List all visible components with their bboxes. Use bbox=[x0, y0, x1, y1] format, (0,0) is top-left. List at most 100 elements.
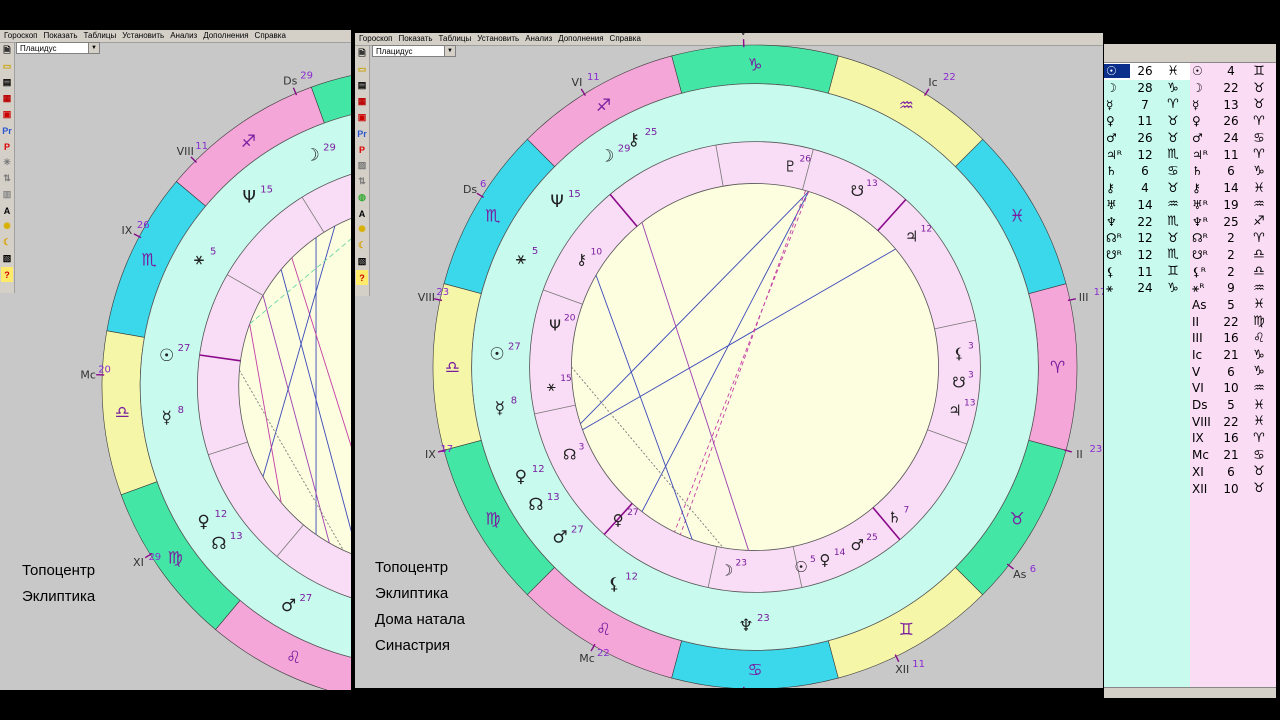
table-row[interactable]: Mc 21 ♋ bbox=[1190, 447, 1276, 464]
table-row[interactable]: XII 10 ♉ bbox=[1190, 480, 1276, 497]
table-row[interactable]: ⚷ 14 ♓ bbox=[1190, 180, 1276, 197]
planet-degree: 13 bbox=[866, 179, 877, 189]
table-row[interactable]: As 5 ♓ bbox=[1190, 297, 1276, 314]
planet-glyph: ♀ bbox=[515, 467, 527, 487]
planet-degree: 26 bbox=[800, 155, 812, 165]
zodiac-sign-glyph: ♌ bbox=[286, 648, 301, 668]
planet-degree: 3 bbox=[968, 370, 974, 380]
table-row[interactable]: ⚷ 4 ♉ bbox=[1104, 180, 1190, 197]
house-label: IX bbox=[121, 224, 132, 237]
table-row[interactable]: ♄ 6 ♋ bbox=[1104, 163, 1190, 180]
table-row[interactable]: ☉ 4 ♊ bbox=[1190, 63, 1276, 80]
table-row[interactable]: ⚸ 11 ♊ bbox=[1104, 263, 1190, 280]
planet-glyph: ♀ bbox=[1106, 114, 1115, 129]
degree-value: 9 bbox=[1227, 281, 1235, 296]
house-label: VIII bbox=[177, 145, 194, 158]
house-label: III bbox=[1079, 291, 1089, 304]
planet-glyph: ☊ᴿ bbox=[1106, 231, 1122, 246]
planet-glyph: ☉ bbox=[159, 346, 174, 366]
table-row[interactable]: ☊ᴿ 2 ♈ bbox=[1190, 230, 1276, 247]
degree-value: 24 bbox=[1137, 281, 1153, 296]
planet-glyph: V bbox=[1192, 364, 1201, 379]
degree-value: 14 bbox=[1223, 181, 1239, 196]
table-row[interactable]: ⚹ᴿ 9 ♒ bbox=[1190, 280, 1276, 297]
sign-glyph: ♉ bbox=[1167, 230, 1179, 246]
planet-glyph: ☋ᴿ bbox=[1192, 247, 1208, 262]
sign-glyph: ♒ bbox=[1253, 280, 1265, 296]
table-row[interactable]: ♀ 26 ♈ bbox=[1190, 113, 1276, 130]
table-row[interactable]: ⚹ 24 ♑ bbox=[1104, 280, 1190, 297]
sign-glyph: ♈ bbox=[1167, 97, 1179, 113]
planet-degree: 27 bbox=[300, 593, 313, 604]
table-row[interactable]: ☉ 26 ♓ bbox=[1104, 63, 1190, 80]
table-row[interactable]: ♆ᴿ 25 ♐ bbox=[1190, 213, 1276, 230]
right-label-topocenter: Топоцентр bbox=[375, 559, 449, 576]
planet-glyph: ☊ᴿ bbox=[1192, 231, 1208, 246]
table-row[interactable]: ☿ 13 ♉ bbox=[1190, 96, 1276, 113]
table-row[interactable]: ♃ᴿ 12 ♏ bbox=[1104, 146, 1190, 163]
planet-glyph: ♆ᴿ bbox=[1192, 214, 1209, 229]
degree-value: 11 bbox=[1137, 114, 1153, 129]
table-row[interactable]: ☋ᴿ 2 ♎ bbox=[1190, 247, 1276, 264]
table-row[interactable]: ♆ 22 ♏ bbox=[1104, 213, 1190, 230]
degree-value: 24 bbox=[1223, 131, 1239, 146]
degree-value: 6 bbox=[1141, 164, 1149, 179]
table-2-scrollbar[interactable] bbox=[1190, 687, 1276, 698]
sign-glyph: ♉ bbox=[1253, 80, 1265, 96]
table-row[interactable]: ⚸ᴿ 2 ♎ bbox=[1190, 263, 1276, 280]
zodiac-sign-glyph: ♈ bbox=[1050, 358, 1065, 378]
sign-glyph: ♉ bbox=[1253, 481, 1265, 497]
house-label: Ds bbox=[463, 183, 477, 196]
sign-glyph: ♉ bbox=[1253, 97, 1265, 113]
table-row[interactable]: ♂ 24 ♋ bbox=[1190, 130, 1276, 147]
table-row[interactable]: II 22 ♍ bbox=[1190, 313, 1276, 330]
degree-value: 26 bbox=[1137, 64, 1153, 79]
zodiac-sign-glyph: ♓ bbox=[1010, 207, 1025, 227]
table-row[interactable]: ♅ 14 ♒ bbox=[1104, 197, 1190, 214]
table-row[interactable]: ♀ 11 ♉ bbox=[1104, 113, 1190, 130]
table-row[interactable]: ♂ 26 ♉ bbox=[1104, 130, 1190, 147]
planet-glyph: ♀ bbox=[197, 512, 209, 532]
table-row[interactable]: XI 6 ♉ bbox=[1190, 464, 1276, 481]
table-row[interactable]: ☽ 28 ♑ bbox=[1104, 80, 1190, 97]
planet-glyph: ♆ bbox=[1106, 214, 1117, 229]
planet-glyph: ☋ bbox=[952, 373, 965, 391]
table-row[interactable]: ☽ 22 ♉ bbox=[1190, 80, 1276, 97]
degree-value: 19 bbox=[1223, 197, 1239, 212]
table-row[interactable]: ♃ᴿ 11 ♈ bbox=[1190, 146, 1276, 163]
positions-table-1: ☉ 26 ♓ ☽ 28 ♑ ☿ 7 ♈ ♀ 11 ♉ ♂ 26 ♉ ♃ᴿ 12 ♏ ♄ 6 ♋ ⚷ 4 ♉ ♅ 14 ♒ ♆ 22 ♏ ☊ᴿ… bbox=[1104, 44, 1190, 698]
sign-glyph: ♓ bbox=[1253, 414, 1265, 430]
zodiac-sign-glyph: ♋ bbox=[747, 661, 762, 681]
table-row[interactable]: ♅ᴿ 19 ♒ bbox=[1190, 197, 1276, 214]
planet-glyph: ☋ᴿ bbox=[1106, 247, 1122, 262]
table-row[interactable]: ☿ 7 ♈ bbox=[1104, 96, 1190, 113]
table-row[interactable]: ☋ᴿ 12 ♏ bbox=[1104, 247, 1190, 264]
degree-value: 26 bbox=[1137, 131, 1153, 146]
sign-glyph: ♑ bbox=[1253, 364, 1265, 380]
table-row[interactable]: ♄ 6 ♑ bbox=[1190, 163, 1276, 180]
zodiac-sign-glyph: ♎ bbox=[115, 403, 130, 423]
zodiac-sign-glyph: ♍ bbox=[485, 509, 500, 529]
planet-glyph: ♂ bbox=[281, 596, 296, 616]
table-row[interactable]: ☊ᴿ 12 ♉ bbox=[1104, 230, 1190, 247]
zodiac-sign-glyph: ♐ bbox=[596, 96, 611, 116]
table-row[interactable]: IX 16 ♈ bbox=[1190, 430, 1276, 447]
planet-glyph: ☿ bbox=[1106, 97, 1114, 112]
table-row[interactable]: Ic 21 ♑ bbox=[1190, 347, 1276, 364]
table-row[interactable]: VIII 22 ♓ bbox=[1190, 413, 1276, 430]
table-row[interactable]: VI 10 ♒ bbox=[1190, 380, 1276, 397]
sign-glyph: ♑ bbox=[1167, 280, 1179, 296]
table-row[interactable]: Ds 5 ♓ bbox=[1190, 397, 1276, 414]
planet-degree: 27 bbox=[571, 525, 584, 536]
house-label: VIII bbox=[418, 291, 435, 304]
sign-glyph: ♒ bbox=[1167, 197, 1179, 213]
house-degree: 26 bbox=[137, 220, 150, 231]
degree-value: 10 bbox=[1223, 381, 1239, 396]
table-1-scrollbar[interactable] bbox=[1104, 687, 1190, 698]
zodiac-sign-glyph: ♍ bbox=[168, 548, 183, 568]
table-row[interactable]: III 16 ♌ bbox=[1190, 330, 1276, 347]
planet-glyph: ♀ bbox=[613, 511, 624, 529]
house-label: Mc bbox=[80, 368, 96, 381]
table-row[interactable]: V 6 ♑ bbox=[1190, 363, 1276, 380]
degree-value: 12 bbox=[1137, 231, 1153, 246]
